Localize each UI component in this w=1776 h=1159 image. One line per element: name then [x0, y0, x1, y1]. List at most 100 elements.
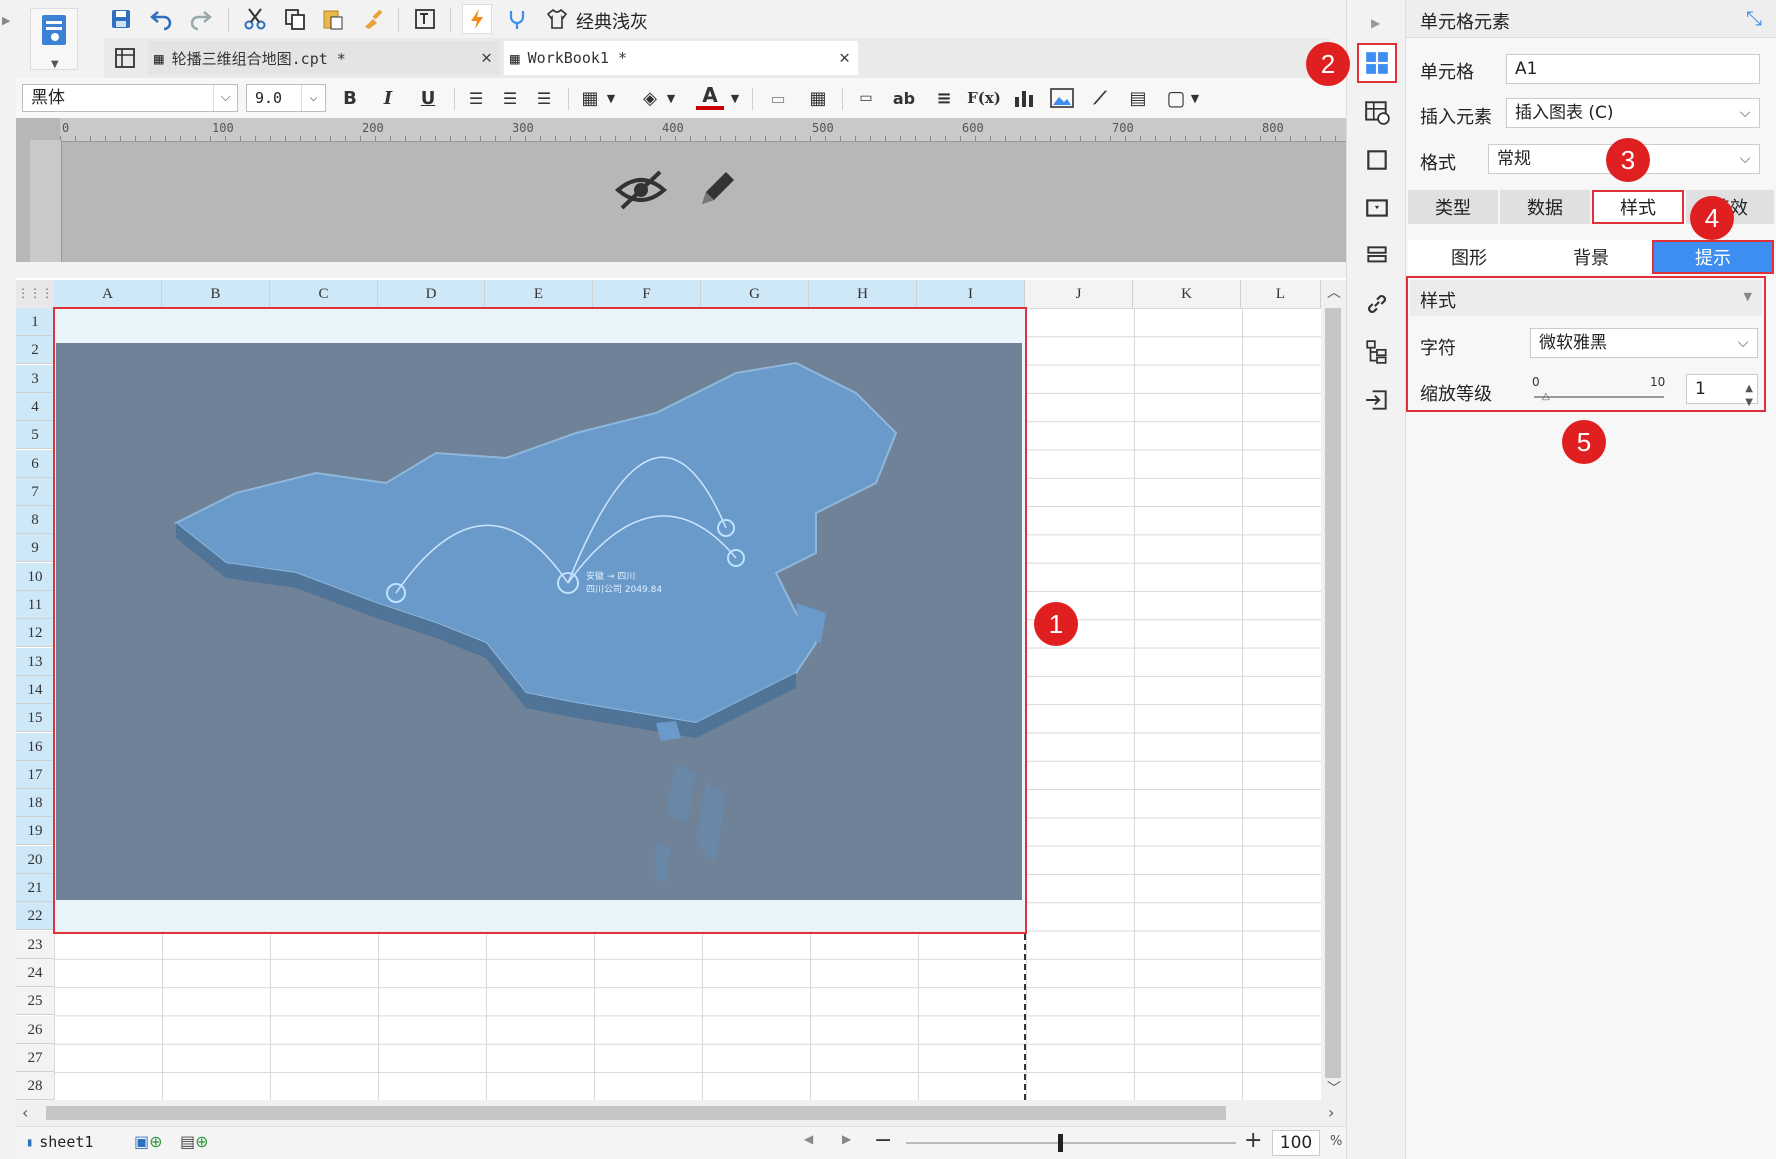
- collapse-icon[interactable]: ▼: [1744, 290, 1752, 303]
- row-header[interactable]: 13: [16, 647, 54, 676]
- row-header[interactable]: 10: [16, 562, 54, 591]
- column-header[interactable]: B: [162, 280, 270, 308]
- column-header[interactable]: I: [917, 280, 1025, 308]
- cell-element-icon[interactable]: [1357, 43, 1397, 83]
- column-header[interactable]: A: [54, 280, 162, 308]
- row-header[interactable]: 2: [16, 336, 54, 365]
- theme-label[interactable]: 经典浅灰: [576, 8, 648, 34]
- edit-header-icon[interactable]: [694, 166, 740, 212]
- row-header[interactable]: 19: [16, 817, 54, 846]
- widget-icon[interactable]: [1357, 140, 1397, 180]
- row-header[interactable]: 8: [16, 506, 54, 535]
- chart-icon[interactable]: [1010, 84, 1038, 112]
- style-section-header[interactable]: 样式 ▼: [1410, 280, 1762, 316]
- row-header[interactable]: 22: [16, 902, 54, 931]
- insert-element-select[interactable]: 插入图表 (C) ⌵: [1506, 98, 1760, 128]
- chevron-down-icon[interactable]: ▼: [728, 84, 742, 112]
- underline-button[interactable]: U: [414, 84, 442, 112]
- tab-workbook1[interactable]: ▦ WorkBook1 * ✕: [504, 41, 858, 75]
- freeze-icon[interactable]: ▭: [764, 84, 792, 112]
- row-header[interactable]: 24: [16, 958, 54, 987]
- close-icon[interactable]: ✕: [481, 47, 492, 68]
- border-icon[interactable]: ▦: [576, 84, 604, 112]
- hyperlink-icon[interactable]: [1357, 284, 1397, 324]
- richtext-icon[interactable]: ≡: [930, 84, 958, 112]
- border-style-icon[interactable]: ▢: [1162, 84, 1190, 112]
- zoom-slider-thumb[interactable]: [1058, 1134, 1063, 1152]
- chevron-down-icon[interactable]: ▼: [604, 84, 618, 112]
- grid-view-icon[interactable]: [110, 43, 140, 73]
- slash-icon[interactable]: ⟋: [1086, 84, 1114, 112]
- zoom-slider[interactable]: [906, 1134, 1236, 1152]
- zoom-level-spinner[interactable]: 1 ▲ ▼: [1686, 374, 1758, 408]
- subtab-background[interactable]: 背景: [1530, 240, 1652, 274]
- row-header[interactable]: 18: [16, 789, 54, 818]
- column-header[interactable]: G: [701, 280, 809, 308]
- row-header[interactable]: 25: [16, 987, 54, 1016]
- dropdown-widget-icon[interactable]: [1357, 188, 1397, 228]
- import-icon[interactable]: [1357, 380, 1397, 420]
- font-size-select[interactable]: 9.0 ⌵: [246, 84, 326, 112]
- hide-header-icon[interactable]: [614, 168, 668, 212]
- row-header[interactable]: 9: [16, 534, 54, 563]
- row-header[interactable]: 27: [16, 1043, 54, 1072]
- left-collapse-icon[interactable]: ▶: [2, 14, 10, 27]
- grid-corner-icon[interactable]: ⋮⋮⋮: [16, 280, 54, 308]
- row-header[interactable]: 16: [16, 732, 54, 761]
- table-icon[interactable]: ▦: [804, 84, 832, 112]
- format-painter-icon[interactable]: [358, 4, 388, 34]
- scroll-down-icon[interactable]: ﹀: [1327, 1078, 1341, 1098]
- tab-cpt-report[interactable]: ▦ 轮播三维组合地图.cpt * ✕: [148, 41, 500, 75]
- cell-field[interactable]: A1: [1506, 54, 1760, 84]
- add-polysheet-icon[interactable]: ▤⊕: [180, 1132, 209, 1151]
- scrollbar-thumb[interactable]: [46, 1106, 1226, 1120]
- column-header[interactable]: J: [1025, 280, 1133, 308]
- file-menu-icon[interactable]: ▼: [30, 8, 78, 70]
- vertical-scrollbar[interactable]: ︿ ﹀: [1321, 280, 1346, 1100]
- zoom-in-button[interactable]: +: [1244, 1128, 1262, 1153]
- column-header[interactable]: D: [378, 280, 485, 308]
- copy-icon[interactable]: [280, 4, 310, 34]
- next-sheet-icon[interactable]: ▶: [842, 1132, 851, 1146]
- connect-icon[interactable]: [502, 4, 532, 34]
- font-family-select[interactable]: 黑体 ⌵: [22, 84, 238, 112]
- scroll-up-icon[interactable]: ︿: [1327, 282, 1341, 302]
- cut-icon[interactable]: [240, 4, 270, 34]
- tab-data[interactable]: 数据: [1500, 190, 1590, 224]
- cell-attribute-icon[interactable]: [1357, 92, 1397, 132]
- italic-button[interactable]: I: [374, 84, 402, 112]
- align-center-icon[interactable]: ☰: [496, 84, 524, 112]
- row-header[interactable]: 17: [16, 760, 54, 789]
- row-header[interactable]: 1: [16, 308, 54, 336]
- row-header[interactable]: 20: [16, 845, 54, 874]
- horizontal-scrollbar[interactable]: ‹ ›: [16, 1100, 1346, 1126]
- column-header[interactable]: E: [485, 280, 593, 308]
- formula-icon[interactable]: F(x): [966, 84, 1002, 112]
- tab-type[interactable]: 类型: [1408, 190, 1498, 224]
- font-select[interactable]: 微软雅黑 ⌵: [1530, 328, 1758, 358]
- row-header[interactable]: 28: [16, 1072, 54, 1101]
- spinner-down-icon[interactable]: ▼: [1745, 389, 1753, 417]
- row-header[interactable]: 6: [16, 449, 54, 478]
- column-header[interactable]: L: [1241, 280, 1321, 308]
- tab-style[interactable]: 样式: [1592, 190, 1684, 224]
- scroll-right-icon[interactable]: ›: [1328, 1103, 1334, 1122]
- scrollbar-thumb[interactable]: [1325, 308, 1341, 1078]
- row-header[interactable]: 5: [16, 421, 54, 450]
- zoom-input[interactable]: 100: [1272, 1130, 1320, 1156]
- text-insert-icon[interactable]: [410, 4, 440, 34]
- expand-panel-icon[interactable]: ▶: [1371, 16, 1380, 30]
- chevron-down-icon[interactable]: ▼: [664, 84, 678, 112]
- row-header[interactable]: 26: [16, 1015, 54, 1044]
- add-sheet-icon[interactable]: ▣⊕: [134, 1132, 163, 1151]
- zoom-level-slider[interactable]: △: [1534, 391, 1664, 402]
- row-header[interactable]: 3: [16, 364, 54, 393]
- font-color-icon[interactable]: A: [696, 83, 724, 110]
- image-icon[interactable]: [1048, 84, 1076, 112]
- pin-panel-icon[interactable]: ⤡: [1746, 6, 1762, 30]
- scroll-left-icon[interactable]: ‹: [22, 1103, 28, 1122]
- chevron-down-icon[interactable]: ▼: [1188, 84, 1202, 112]
- subreport-icon[interactable]: ▤: [1124, 84, 1152, 112]
- sheet-tab[interactable]: ▮ sheet1: [26, 1128, 106, 1156]
- row-header[interactable]: 12: [16, 619, 54, 648]
